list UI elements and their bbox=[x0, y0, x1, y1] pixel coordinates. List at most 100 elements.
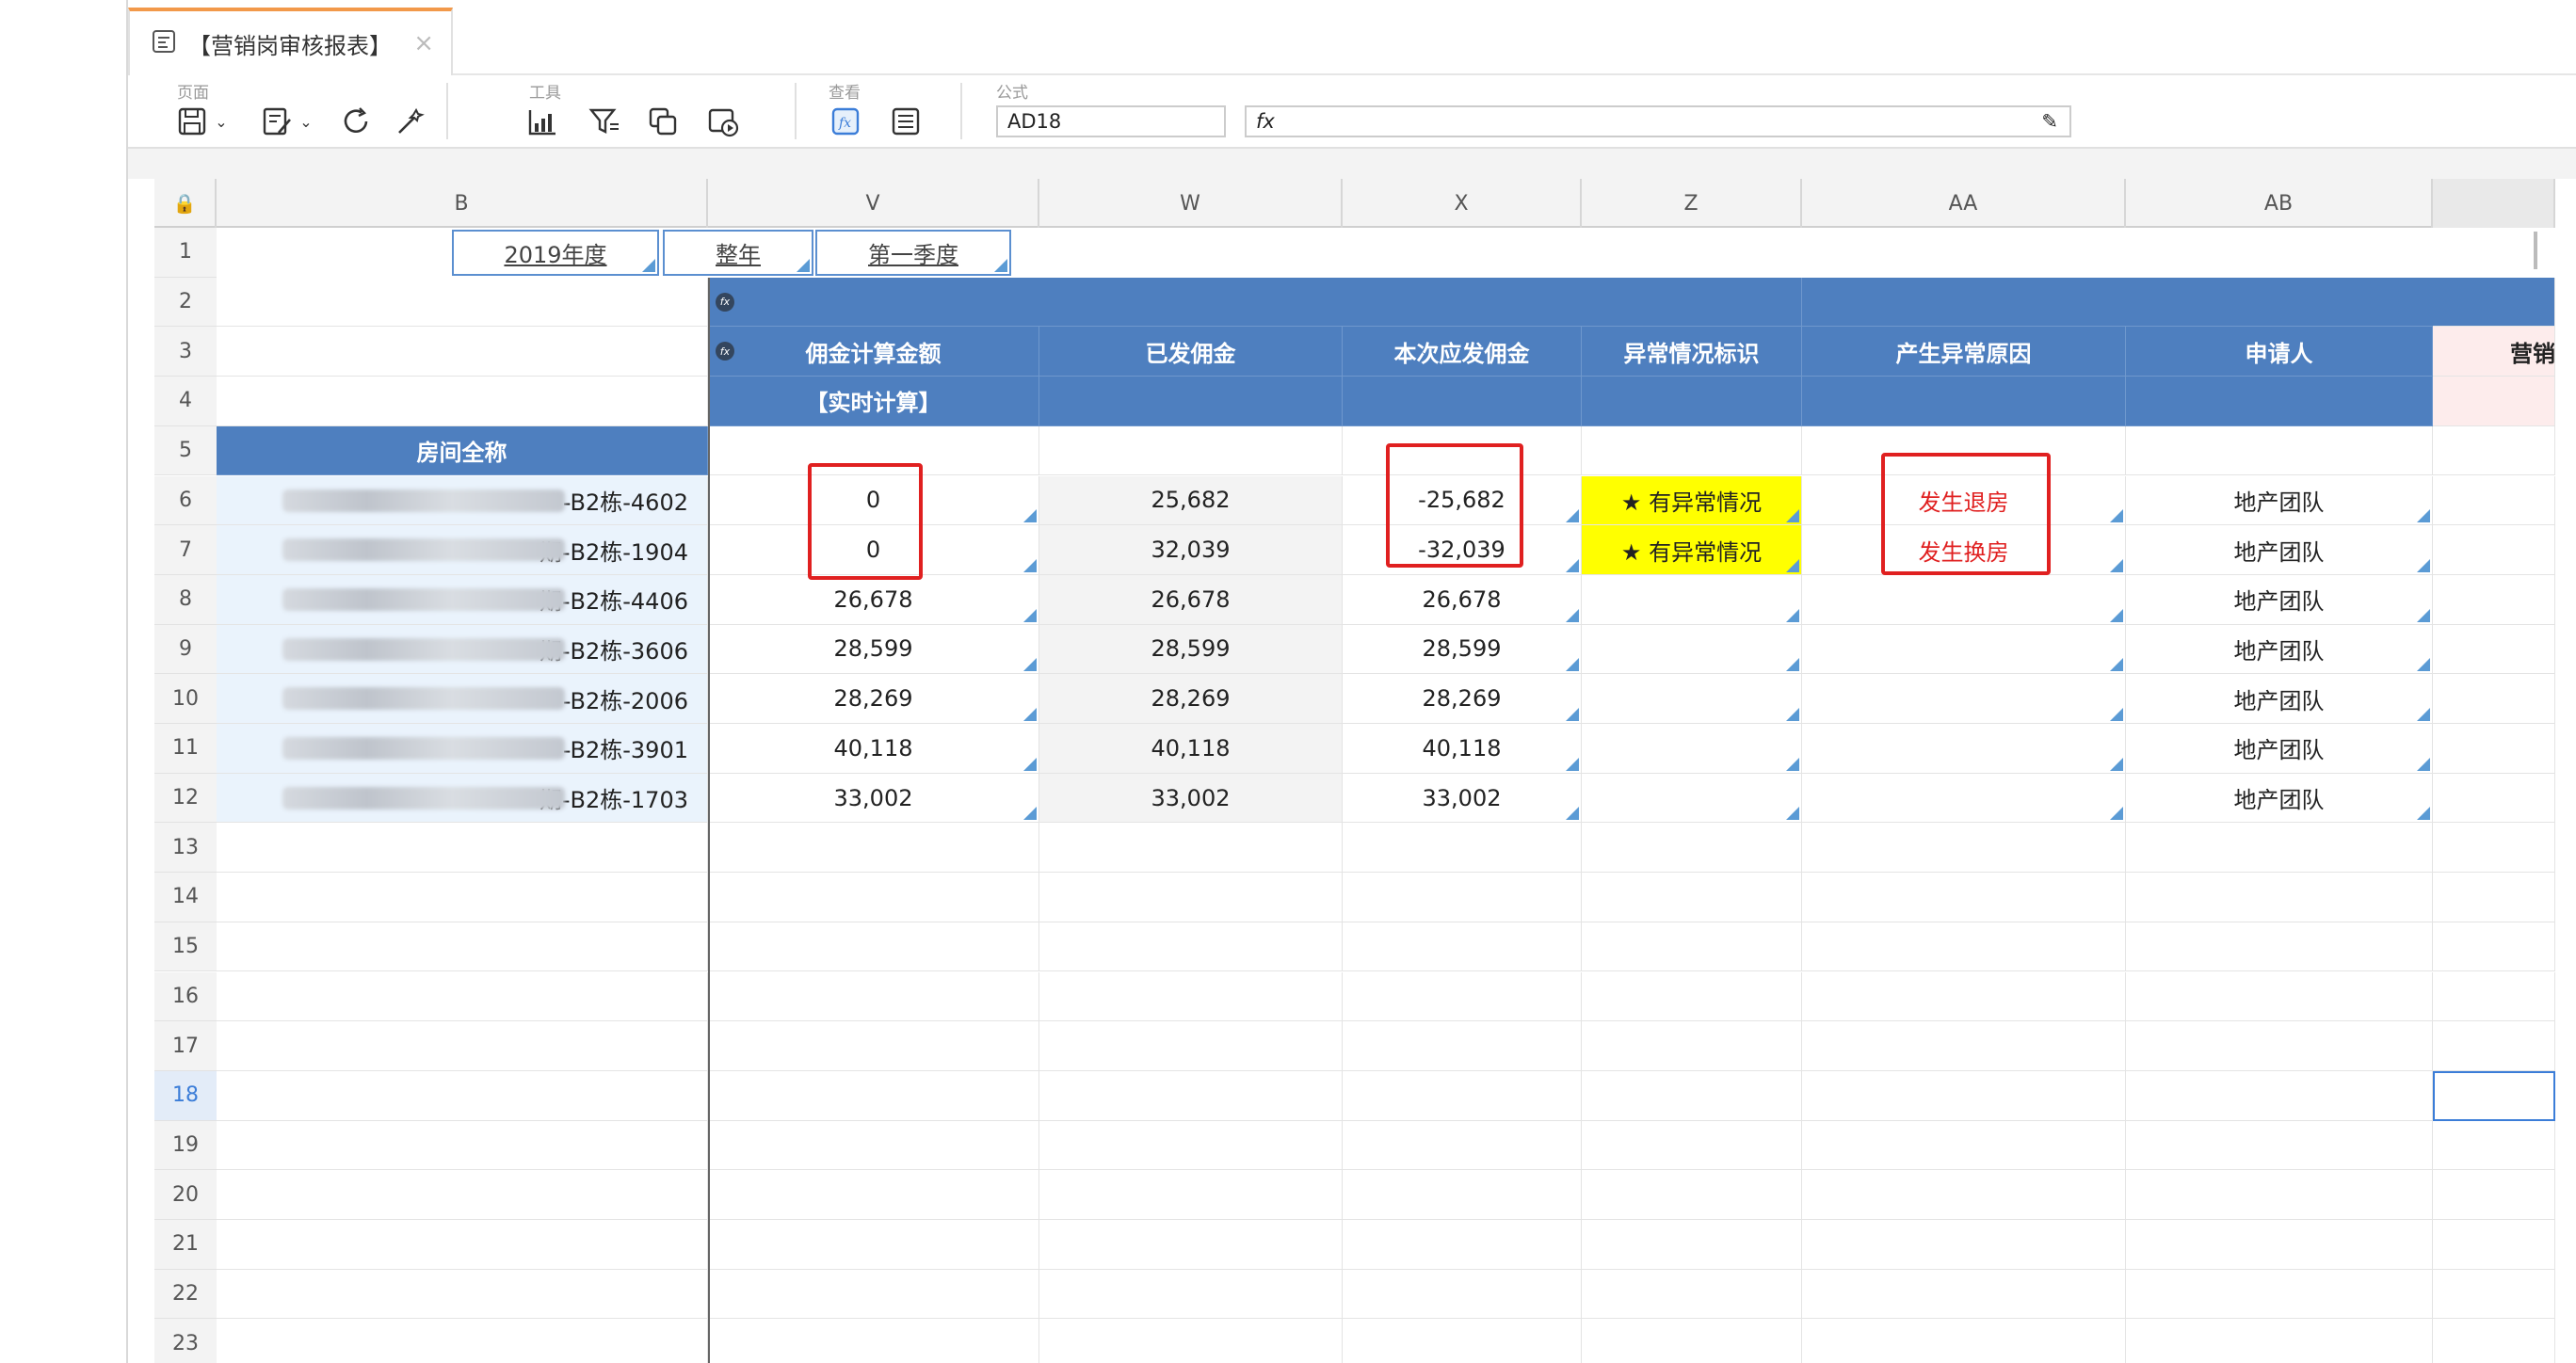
magic-wand-icon[interactable] bbox=[392, 102, 429, 141]
empty-cell[interactable] bbox=[1039, 1170, 1343, 1220]
row-header[interactable]: 3 bbox=[154, 327, 217, 377]
copy-icon[interactable] bbox=[644, 102, 682, 141]
empty-cell[interactable] bbox=[217, 1269, 708, 1320]
close-icon[interactable]: × bbox=[413, 29, 434, 57]
next-cell[interactable] bbox=[2433, 724, 2555, 774]
row-header[interactable]: 23 bbox=[154, 1319, 217, 1363]
formula-bar[interactable]: fx ✎ bbox=[1245, 105, 2071, 137]
empty-cell[interactable] bbox=[1582, 1120, 1802, 1171]
header-abnormal-reason[interactable]: 产生异常原因 bbox=[1802, 327, 2126, 377]
play-icon[interactable] bbox=[704, 102, 742, 141]
column-header-z[interactable]: Z bbox=[1582, 179, 1802, 228]
empty-cell[interactable] bbox=[1582, 1269, 1802, 1320]
empty-cell[interactable] bbox=[708, 425, 1039, 476]
empty-cell[interactable] bbox=[1039, 1319, 1343, 1363]
param-select-period[interactable]: 整年 bbox=[663, 230, 813, 276]
empty-cell[interactable] bbox=[2433, 277, 2555, 328]
next-cell[interactable] bbox=[2433, 475, 2555, 526]
empty-cell[interactable] bbox=[1582, 1070, 1802, 1121]
header-room-name[interactable]: 房间全称 bbox=[217, 425, 708, 476]
empty-cell[interactable] bbox=[1343, 922, 1582, 972]
param-select-quarter[interactable]: 第一季度 bbox=[815, 230, 1011, 276]
header-commission-calc[interactable]: 佣金计算金额 bbox=[708, 327, 1039, 377]
empty-cell[interactable] bbox=[1039, 971, 1343, 1022]
header-blank[interactable] bbox=[1802, 377, 2126, 426]
row-header[interactable]: 20 bbox=[154, 1170, 217, 1220]
column-header-b[interactable]: B bbox=[217, 179, 708, 228]
room-name-cell[interactable]: -B2栋-3901 bbox=[217, 724, 708, 774]
paid-cell[interactable]: 26,678 bbox=[1039, 574, 1343, 625]
refresh-icon[interactable] bbox=[337, 102, 375, 141]
row-header[interactable]: 8 bbox=[154, 574, 217, 625]
lock-icon[interactable]: 🔒 bbox=[154, 179, 217, 228]
empty-cell[interactable] bbox=[1039, 1070, 1343, 1121]
row-header[interactable]: 2 bbox=[154, 277, 217, 328]
header-this-pay[interactable]: 本次应发佣金 bbox=[1343, 327, 1582, 377]
tab-report[interactable]: 【营销岗审核报表】 × bbox=[128, 8, 453, 75]
applicant-cell[interactable]: 地产团队 bbox=[2126, 574, 2433, 625]
empty-cell[interactable] bbox=[708, 1070, 1039, 1121]
row-header[interactable]: 17 bbox=[154, 1021, 217, 1071]
header-paid[interactable]: 已发佣金 bbox=[1039, 327, 1343, 377]
paid-cell[interactable]: 28,599 bbox=[1039, 624, 1343, 675]
next-cell[interactable] bbox=[2433, 773, 2555, 824]
empty-cell[interactable] bbox=[1343, 1319, 1582, 1363]
abnormal-flag-cell[interactable] bbox=[1582, 674, 1802, 724]
empty-cell[interactable] bbox=[217, 823, 708, 874]
empty-cell[interactable] bbox=[1343, 425, 1582, 476]
empty-cell[interactable] bbox=[1582, 823, 1802, 874]
empty-cell[interactable] bbox=[1582, 425, 1802, 476]
next-cell[interactable] bbox=[2433, 674, 2555, 724]
header-blank[interactable] bbox=[1582, 377, 1802, 426]
empty-cell[interactable] bbox=[1802, 922, 2126, 972]
empty-cell[interactable] bbox=[708, 971, 1039, 1022]
row-header[interactable]: 5 bbox=[154, 425, 217, 476]
room-name-cell[interactable]: 期-B2栋-1703 bbox=[217, 773, 708, 824]
empty-cell[interactable] bbox=[2126, 1120, 2433, 1171]
empty-cell[interactable] bbox=[217, 327, 708, 377]
row-header[interactable]: 19 bbox=[154, 1120, 217, 1171]
commission-calc-cell[interactable]: 0 bbox=[708, 475, 1039, 526]
empty-cell[interactable] bbox=[708, 1220, 1039, 1270]
empty-cell[interactable] bbox=[1039, 1269, 1343, 1320]
row-header[interactable]: 6 bbox=[154, 475, 217, 526]
empty-cell[interactable] bbox=[708, 1269, 1039, 1320]
column-header-v[interactable]: V bbox=[708, 179, 1039, 228]
filter-icon[interactable] bbox=[586, 102, 623, 141]
applicant-cell[interactable]: 地产团队 bbox=[2126, 674, 2433, 724]
this-pay-cell[interactable]: -32,039 bbox=[1343, 525, 1582, 575]
param-select-year[interactable]: 2019年度 bbox=[452, 230, 659, 276]
empty-cell[interactable] bbox=[217, 1170, 708, 1220]
abnormal-reason-cell[interactable] bbox=[1802, 674, 2126, 724]
empty-cell[interactable] bbox=[2126, 873, 2433, 922]
this-pay-cell[interactable]: 28,269 bbox=[1343, 674, 1582, 724]
paid-cell[interactable]: 25,682 bbox=[1039, 475, 1343, 526]
empty-cell[interactable] bbox=[1802, 1319, 2126, 1363]
empty-cell[interactable] bbox=[1343, 1170, 1582, 1220]
formula-view-icon[interactable]: fx bbox=[827, 102, 864, 141]
empty-cell[interactable] bbox=[2433, 1319, 2555, 1363]
empty-cell[interactable] bbox=[708, 1021, 1039, 1071]
empty-cell[interactable] bbox=[708, 823, 1039, 874]
header-next[interactable]: 营销 bbox=[2433, 327, 2555, 377]
abnormal-reason-cell[interactable] bbox=[1802, 574, 2126, 625]
row-header[interactable]: 22 bbox=[154, 1269, 217, 1320]
empty-cell[interactable] bbox=[2126, 425, 2433, 476]
empty-cell[interactable] bbox=[1343, 1269, 1582, 1320]
applicant-cell[interactable]: 地产团队 bbox=[2126, 773, 2433, 824]
this-pay-cell[interactable]: 28,599 bbox=[1343, 624, 1582, 675]
empty-cell[interactable] bbox=[1582, 1220, 1802, 1270]
empty-cell[interactable] bbox=[2433, 1220, 2555, 1270]
row-header[interactable]: 14 bbox=[154, 873, 217, 922]
empty-cell[interactable] bbox=[1802, 971, 2126, 1022]
commission-calc-cell[interactable]: 33,002 bbox=[708, 773, 1039, 824]
empty-cell[interactable] bbox=[1039, 1220, 1343, 1270]
applicant-cell[interactable]: 地产团队 bbox=[2126, 624, 2433, 675]
row-header[interactable]: 16 bbox=[154, 971, 217, 1022]
chart-icon[interactable] bbox=[523, 102, 561, 141]
edit-dropdown-icon[interactable]: ⌄ bbox=[298, 102, 314, 141]
abnormal-reason-cell[interactable]: 发生换房 bbox=[1802, 525, 2126, 575]
header-blank[interactable] bbox=[1343, 377, 1582, 426]
empty-cell[interactable] bbox=[1343, 1070, 1582, 1121]
abnormal-reason-cell[interactable] bbox=[1802, 773, 2126, 824]
